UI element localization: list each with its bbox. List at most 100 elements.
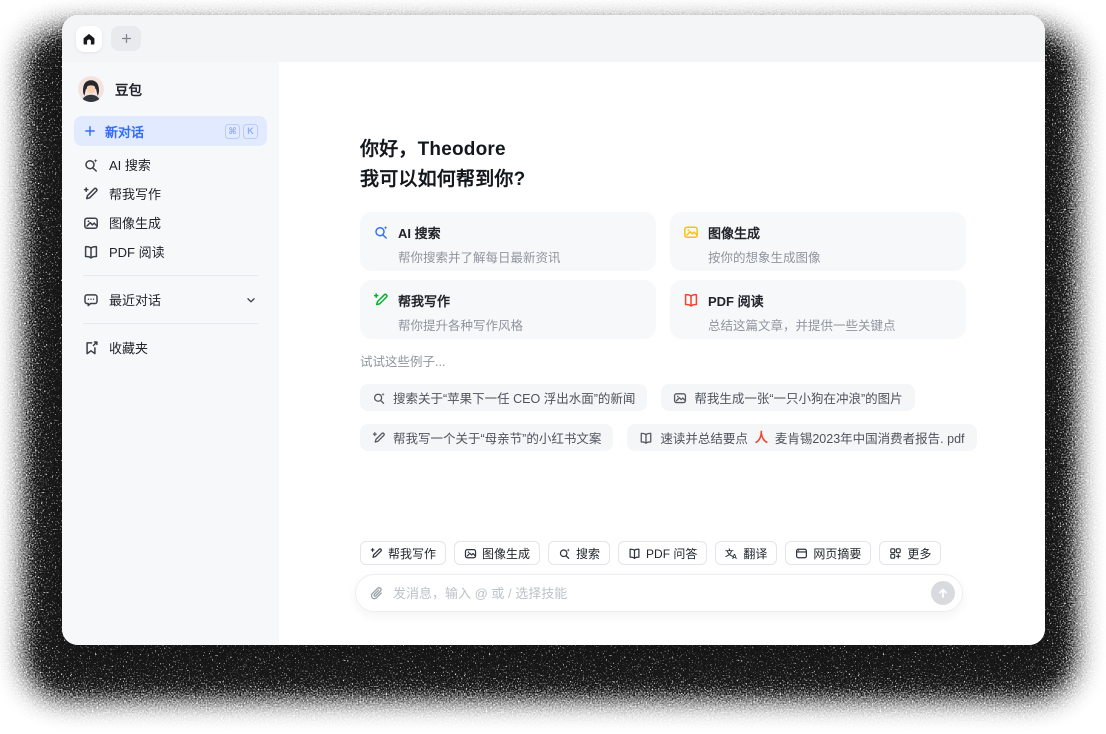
new-chat-button[interactable]: 新对话 ⌘ K <box>74 116 267 146</box>
sidebar: 豆包 新对话 ⌘ K AI 搜索 帮我写作 图像生成 PDF 阅读 最近对话 收… <box>62 62 279 645</box>
message-input[interactable] <box>393 585 931 601</box>
avatar <box>78 76 104 102</box>
example-chips-row-1: 搜索关于“苹果下一任 CEO 浮出水面”的新闻 帮我生成一张“一只小狗在冲浪”的… <box>360 384 1045 411</box>
examples-title: 试试这些例子... <box>360 355 446 369</box>
skill-label: PDF 问答 <box>646 546 698 561</box>
card-desc: 按你的想象生成图像 <box>708 251 821 265</box>
sidebar-item-pdf-read[interactable]: PDF 阅读 <box>74 237 267 266</box>
chevron-down-icon[interactable] <box>244 293 258 307</box>
sidebar-item-label: 帮我写作 <box>109 187 162 202</box>
example-chip-label: 搜索关于“苹果下一任 CEO 浮出水面”的新闻 <box>393 392 636 406</box>
ai-search-icon <box>83 157 99 173</box>
card-desc: 帮你搜索并了解每日最新资讯 <box>398 251 561 265</box>
send-button[interactable] <box>931 581 955 605</box>
tab-home[interactable] <box>76 25 102 52</box>
card-title: PDF 阅读 <box>708 294 764 309</box>
divider <box>83 323 258 324</box>
search-icon <box>558 547 571 560</box>
card-title: 图像生成 <box>708 226 761 241</box>
skill-translate[interactable]: 翻译 <box>715 541 778 565</box>
skill-label: 图像生成 <box>482 546 531 561</box>
greeting-line2: 我可以如何帮到你? <box>360 169 526 190</box>
sidebar-menu: AI 搜索 帮我写作 图像生成 PDF 阅读 <box>74 150 267 266</box>
skill-search[interactable]: 搜索 <box>548 541 611 565</box>
card-desc: 总结这篇文章，并提供一些关键点 <box>708 319 896 333</box>
book-icon <box>683 292 699 308</box>
skill-label: 帮我写作 <box>388 546 437 561</box>
sidebar-item-image-gen[interactable]: 图像生成 <box>74 208 267 237</box>
feature-cards: AI 搜索 帮你搜索并了解每日最新资讯 图像生成 按你的想象生成图像 帮我写作 <box>360 212 966 339</box>
card-desc: 帮你提升各种写作风格 <box>398 319 524 333</box>
cmd-key-badge: ⌘ <box>225 123 240 139</box>
image-icon <box>464 547 477 560</box>
translate-icon <box>725 547 738 560</box>
card-pdf-read[interactable]: PDF 阅读 总结这篇文章，并提供一些关键点 <box>670 280 966 339</box>
plus-icon <box>120 32 133 45</box>
sidebar-item-favorites[interactable]: 收藏夹 <box>74 333 267 362</box>
skill-label: 更多 <box>907 546 932 561</box>
image-icon <box>673 391 687 405</box>
attachment-name: 麦肯锡2023年中国消费者报告. pdf <box>774 432 965 446</box>
example-chips-row-2: 帮我写一个关于“母亲节”的小红书文案 速读并总结要点 人 麦肯锡2023年中国消… <box>360 424 1045 451</box>
card-ai-search[interactable]: AI 搜索 帮你搜索并了解每日最新资讯 <box>360 212 656 271</box>
skill-label: 翻译 <box>743 546 768 561</box>
home-icon <box>82 32 96 46</box>
sidebar-item-write[interactable]: 帮我写作 <box>74 179 267 208</box>
sidebar-item-ai-search[interactable]: AI 搜索 <box>74 150 267 179</box>
write-icon <box>370 547 383 560</box>
skill-more[interactable]: 更多 <box>879 541 942 565</box>
greeting-line1: 你好，Theodore <box>360 139 506 160</box>
paperclip-icon[interactable] <box>369 586 384 601</box>
book-icon <box>628 547 641 560</box>
book-icon <box>639 431 653 445</box>
write-icon <box>372 431 386 445</box>
example-chip-write[interactable]: 帮我写一个关于“母亲节”的小红书文案 <box>360 424 614 451</box>
example-chip-search[interactable]: 搜索关于“苹果下一任 CEO 浮出水面”的新闻 <box>360 384 648 411</box>
example-chip-label: 帮我写一个关于“母亲节”的小红书文案 <box>393 432 602 446</box>
web-icon <box>795 547 808 560</box>
more-icon <box>889 547 902 560</box>
chat-bubble-icon <box>83 292 99 308</box>
card-title: 帮我写作 <box>398 294 451 309</box>
bookmark-icon <box>83 340 99 356</box>
card-image-gen[interactable]: 图像生成 按你的想象生成图像 <box>670 212 966 271</box>
app-window: 豆包 新对话 ⌘ K AI 搜索 帮我写作 图像生成 PDF 阅读 最近对话 收… <box>62 15 1045 645</box>
sidebar-item-label: 图像生成 <box>109 216 162 231</box>
profile-name: 豆包 <box>115 83 142 98</box>
new-chat-label: 新对话 <box>105 124 145 140</box>
divider <box>83 275 258 276</box>
card-write[interactable]: 帮我写作 帮你提升各种写作风格 <box>360 280 656 339</box>
recent-chats-label: 最近对话 <box>109 293 162 308</box>
arrow-up-icon <box>936 586 950 600</box>
pdf-file-icon: 人 <box>754 430 768 445</box>
book-icon <box>83 244 99 260</box>
image-icon <box>683 224 699 240</box>
example-chip-image[interactable]: 帮我生成一张“一只小狗在冲浪”的图片 <box>661 384 915 411</box>
example-chip-label: 速读并总结要点 <box>660 432 748 446</box>
skill-buttons: 帮我写作 图像生成 搜索 PDF 问答 翻译 网页摘要 更多 <box>360 541 942 565</box>
message-composer <box>355 574 963 612</box>
shortcut-badges: ⌘ K <box>225 123 258 139</box>
skill-write[interactable]: 帮我写作 <box>360 541 447 565</box>
favorites-label: 收藏夹 <box>109 341 149 356</box>
skill-label: 网页摘要 <box>813 546 862 561</box>
example-chip-label: 帮我生成一张“一只小狗在冲浪”的图片 <box>694 392 903 406</box>
skill-image-gen[interactable]: 图像生成 <box>454 541 541 565</box>
card-title: AI 搜索 <box>398 226 441 241</box>
write-icon <box>373 292 389 308</box>
tab-bar <box>62 15 1045 62</box>
main-area: 你好，Theodore 我可以如何帮到你? AI 搜索 帮你搜索并了解每日最新资… <box>279 62 1045 645</box>
search-icon <box>372 391 386 405</box>
example-chip-pdf[interactable]: 速读并总结要点 人 麦肯锡2023年中国消费者报告. pdf <box>627 424 977 451</box>
sidebar-item-label: AI 搜索 <box>109 158 151 173</box>
tab-new[interactable] <box>111 26 141 51</box>
skill-web-summary[interactable]: 网页摘要 <box>785 541 872 565</box>
write-icon <box>83 186 99 202</box>
k-key-badge: K <box>243 123 258 139</box>
plus-icon <box>83 124 97 138</box>
skill-pdf-qa[interactable]: PDF 问答 <box>618 541 708 565</box>
profile[interactable]: 豆包 <box>74 76 267 102</box>
image-icon <box>83 215 99 231</box>
greeting: 你好，Theodore 我可以如何帮到你? <box>360 135 1045 195</box>
sidebar-item-recent-chats[interactable]: 最近对话 <box>74 285 267 314</box>
